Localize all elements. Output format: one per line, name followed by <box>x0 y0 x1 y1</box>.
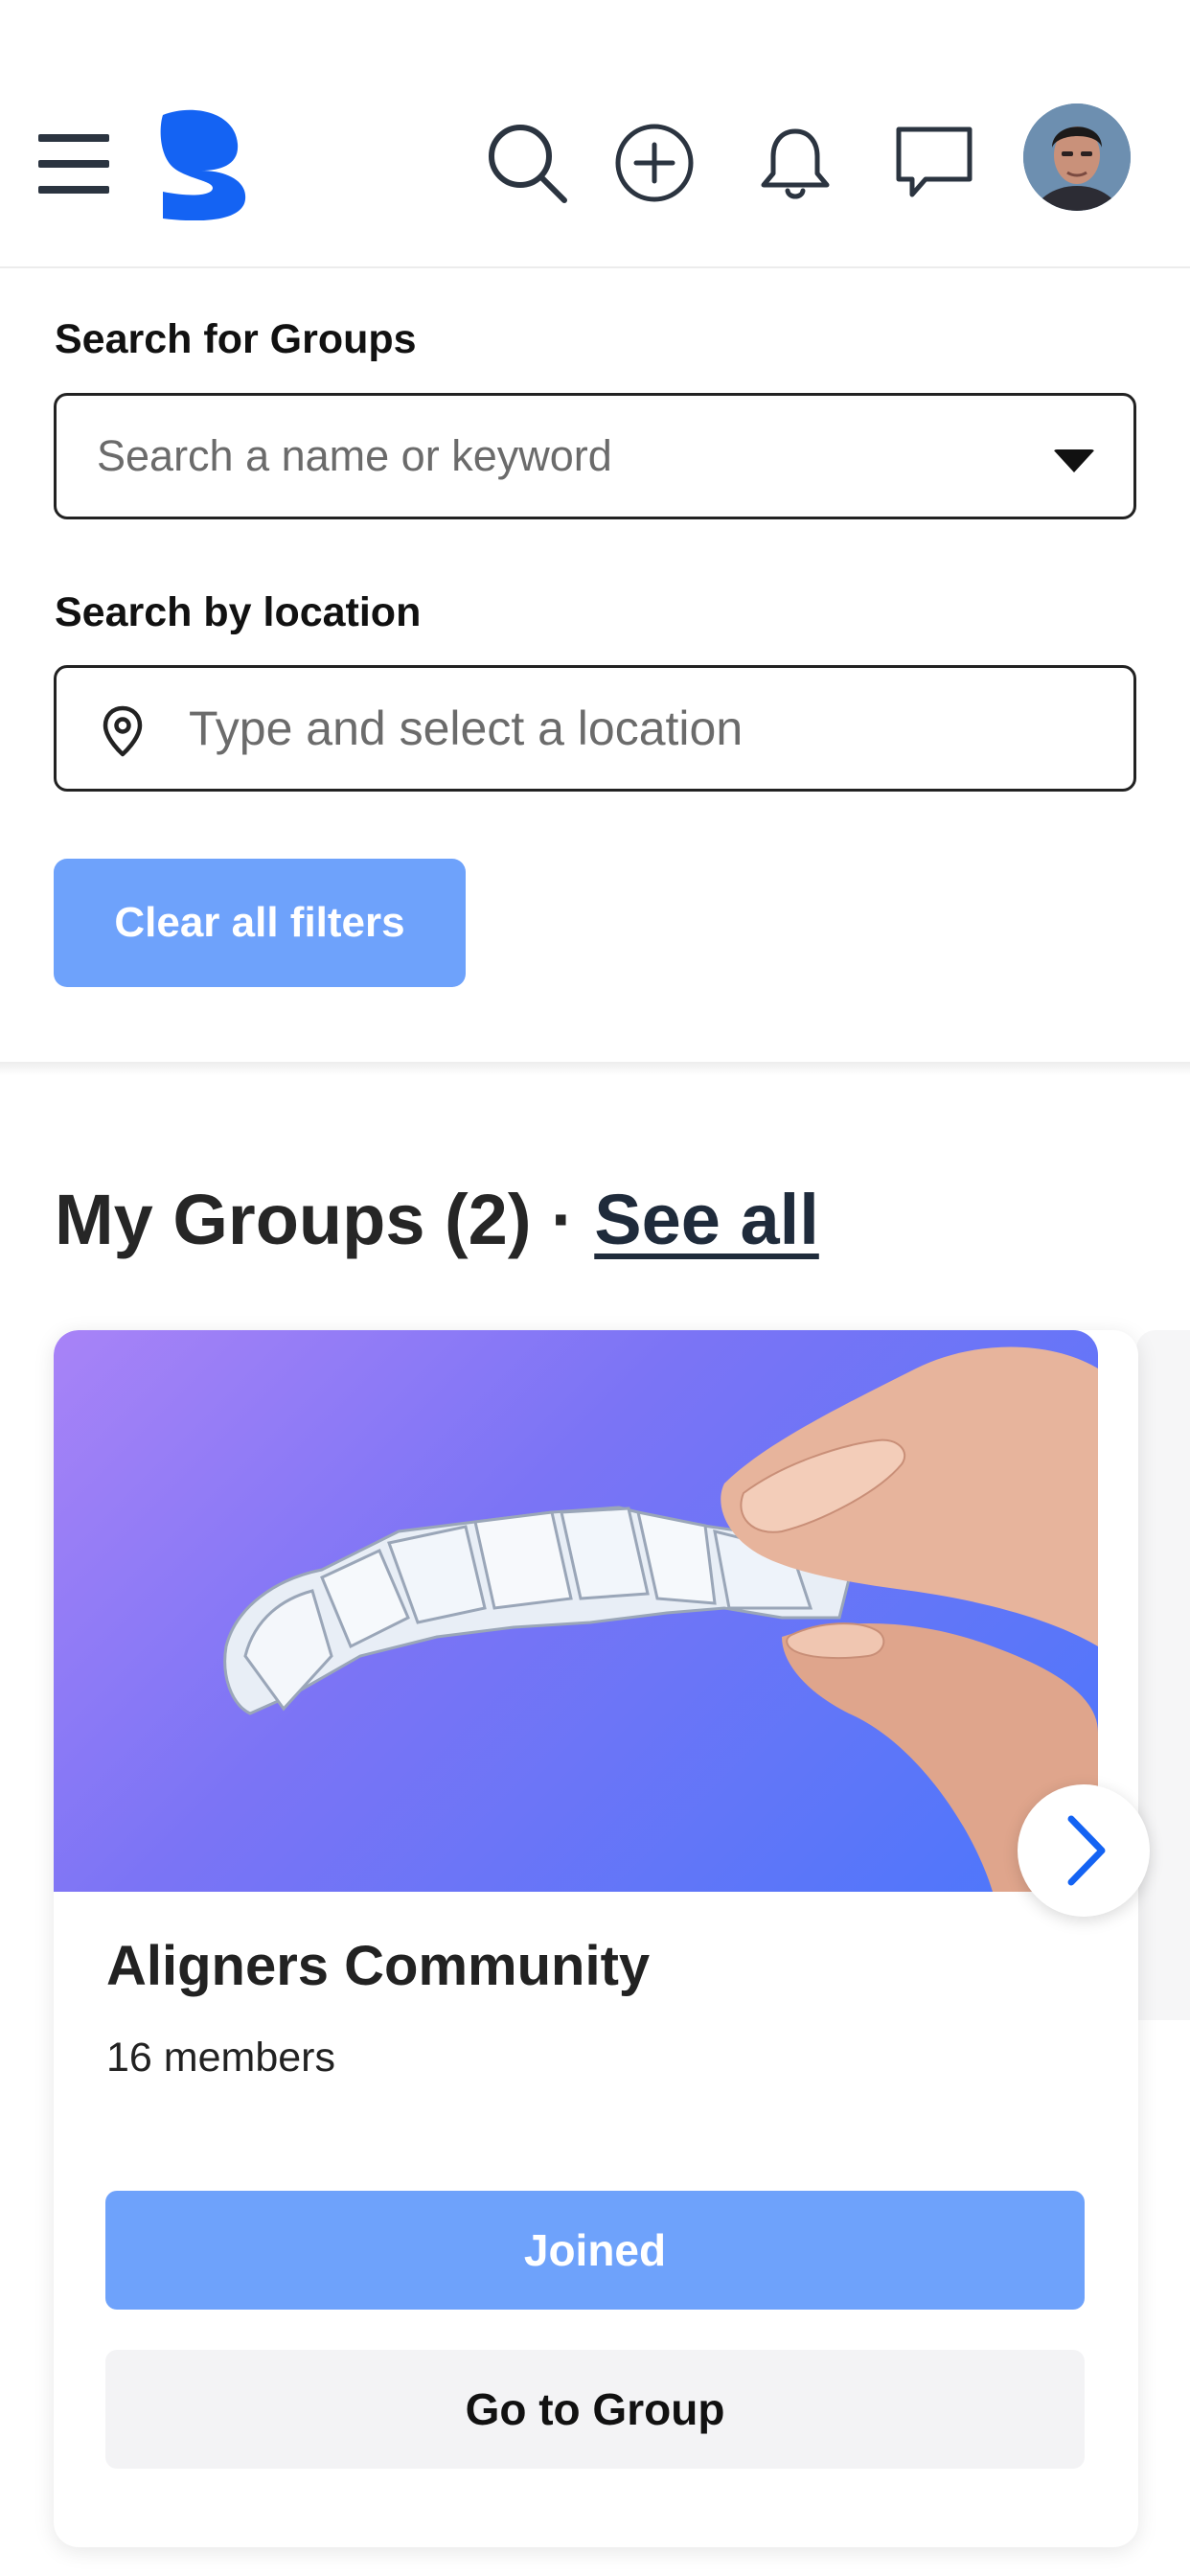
go-to-group-button[interactable]: Go to Group <box>105 2350 1085 2469</box>
filters-panel: Search for Groups Search a name or keywo… <box>0 270 1190 1064</box>
plus-circle-icon[interactable] <box>611 120 698 206</box>
chevron-right-icon <box>1067 1815 1106 1886</box>
section-divider <box>0 1062 1190 1075</box>
location-search-label: Search by location <box>55 589 422 635</box>
location-search-placeholder: Type and select a location <box>189 702 744 755</box>
brand-logo-icon[interactable] <box>153 107 249 220</box>
search-icon[interactable] <box>484 120 570 206</box>
chevron-down-icon[interactable] <box>1053 449 1095 472</box>
group-card[interactable]: Aligners Community 16 members Joined Go … <box>54 1330 1138 2547</box>
bell-icon[interactable] <box>752 120 838 206</box>
group-name[interactable]: Aligners Community <box>106 1934 650 1998</box>
groups-search-label: Search for Groups <box>55 316 417 362</box>
title-separator: · <box>551 1180 575 1259</box>
my-groups-heading: My Groups (2) · See all <box>55 1179 819 1260</box>
member-count: 16 members <box>106 2035 335 2081</box>
next-group-card-peek[interactable] <box>1136 1330 1190 2020</box>
location-pin-icon <box>103 705 143 757</box>
carousel-next-button[interactable] <box>1018 1784 1150 1917</box>
my-groups-title: My Groups (2) <box>55 1180 532 1259</box>
app-header <box>0 0 1190 268</box>
clear-filters-button[interactable]: Clear all filters <box>54 859 466 987</box>
group-search-placeholder: Search a name or keyword <box>97 431 612 480</box>
group-search-dropdown[interactable]: Search a name or keyword <box>54 393 1136 519</box>
joined-button[interactable]: Joined <box>105 2191 1085 2310</box>
avatar-photo <box>1023 104 1131 211</box>
group-cover-image[interactable] <box>54 1330 1098 1892</box>
chat-bubble-icon[interactable] <box>891 120 977 206</box>
hamburger-menu-icon[interactable] <box>38 134 109 194</box>
user-avatar[interactable] <box>1023 104 1131 211</box>
see-all-link[interactable]: See all <box>594 1180 819 1259</box>
clear-aligner-photo <box>223 1346 1098 1892</box>
location-search-input[interactable]: Type and select a location <box>54 665 1136 792</box>
